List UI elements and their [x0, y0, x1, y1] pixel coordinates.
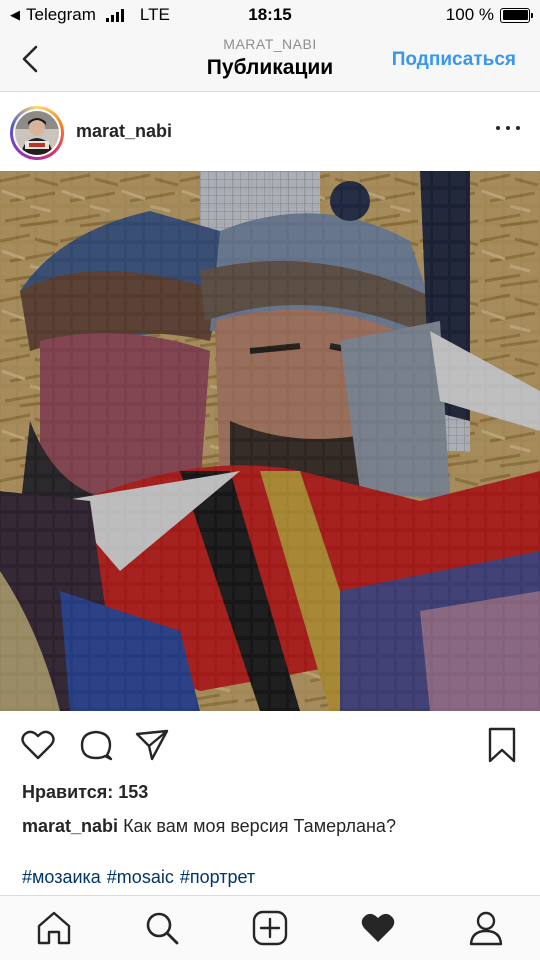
status-bar: ◀ Telegram LTE 18:15 100 % — [0, 0, 540, 30]
new-post-icon[interactable] — [250, 908, 290, 948]
bottom-tab-bar — [0, 895, 540, 960]
search-icon[interactable] — [142, 908, 182, 948]
battery-icon — [500, 7, 533, 23]
post-caption: marat_nabi Как вам моя версия Тамерлана? — [22, 816, 520, 837]
follow-button[interactable]: Подписаться — [392, 49, 516, 71]
battery-percent: 100 % — [445, 5, 494, 24]
share-icon[interactable] — [132, 725, 172, 765]
caption-text: Как вам моя версия Тамерлана? — [123, 816, 396, 836]
post-username[interactable]: marat_nabi — [76, 121, 172, 142]
likes-count[interactable]: Нравится: 153 — [22, 782, 148, 803]
post-actions — [0, 725, 540, 771]
hashtag-link[interactable]: #mosaic — [107, 867, 174, 887]
activity-heart-icon[interactable] — [358, 908, 398, 948]
nav-header: MARAT_NABI Публикации Подписаться — [0, 30, 540, 92]
hashtag-link[interactable]: #портрет — [180, 867, 255, 887]
post-header: marat_nabi — [0, 93, 540, 171]
bookmark-icon[interactable] — [482, 725, 522, 765]
hashtags: #мозаика #mosaic #портрет — [22, 867, 261, 888]
likes-label: Нравится: — [22, 782, 114, 802]
status-right: 100 % — [445, 5, 533, 25]
heart-icon[interactable] — [18, 725, 58, 765]
likes-number: 153 — [118, 782, 149, 802]
hashtag-link[interactable]: #мозаика — [22, 867, 101, 887]
more-horizontal-icon[interactable] — [496, 123, 520, 133]
post-image[interactable] — [0, 171, 540, 711]
avatar-image — [15, 111, 59, 155]
profile-icon[interactable] — [466, 908, 506, 948]
caption-username[interactable]: marat_nabi — [22, 816, 118, 836]
comment-icon[interactable] — [76, 725, 116, 765]
home-icon[interactable] — [34, 908, 74, 948]
avatar[interactable] — [10, 106, 64, 160]
